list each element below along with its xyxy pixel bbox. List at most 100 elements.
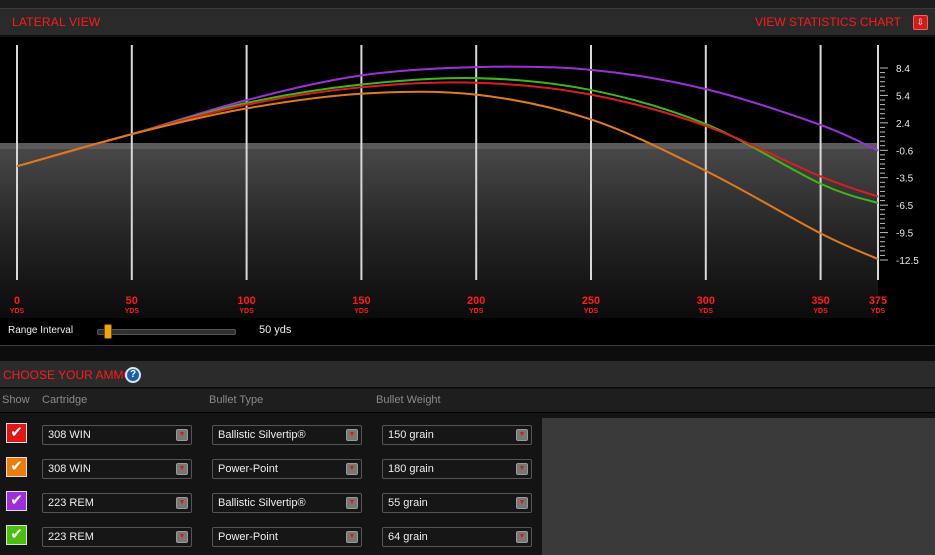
show-checkbox[interactable]: ✔ (6, 423, 27, 443)
x-tick-label: 300 (696, 295, 715, 307)
ammo-row: ✔ 308 WIN ▼ Power-Point ▼ 180 grain ▼ (0, 448, 542, 482)
cartridge-value: 308 WIN (48, 463, 91, 475)
bullet-type-select[interactable]: Power-Point ▼ (212, 527, 362, 547)
ammo-row: ✔ 223 REM ▼ Ballistic Silvertip® ▼ 55 grai… (0, 482, 542, 516)
y-tick-label: 8.4 (896, 64, 910, 75)
cartridge-value: 223 REM (48, 497, 94, 509)
dropdown-arrow-icon[interactable]: ▼ (516, 463, 528, 475)
x-unit-label: YDS (124, 308, 139, 315)
x-unit-label: YDS (870, 308, 886, 315)
x-unit-label: YDS (813, 308, 828, 315)
column-header-show: Show (2, 394, 30, 406)
y-tick-label: -9.5 (896, 228, 914, 239)
show-checkbox[interactable]: ✔ (6, 457, 27, 477)
dropdown-arrow-icon[interactable]: ▼ (176, 429, 188, 441)
cartridge-select[interactable]: 223 REM ▼ (42, 493, 192, 513)
show-checkbox[interactable]: ✔ (6, 525, 27, 545)
bullet-type-value: Power-Point (218, 463, 278, 475)
cartridge-value: 308 WIN (48, 429, 91, 441)
ammo-row: ✔ 308 WIN ▼ Ballistic Silvertip® ▼ 150 gra… (0, 414, 542, 448)
download-arrow-icon[interactable]: ⇩ (913, 15, 928, 30)
ammo-rows: ✔ 308 WIN ▼ Ballistic Silvertip® ▼ 150 gra… (0, 414, 542, 555)
view-statistics-chart-link[interactable]: VIEW STATISTICS CHART (755, 15, 901, 29)
bullet-weight-select[interactable]: 180 grain ▼ (382, 459, 532, 479)
lateral-view-title: LATERAL VIEW (12, 15, 101, 29)
dropdown-arrow-icon[interactable]: ▼ (346, 463, 358, 475)
x-tick-label: 375 (868, 295, 888, 307)
range-interval-label: Range Interval (8, 325, 74, 336)
dropdown-arrow-icon[interactable]: ▼ (516, 531, 528, 543)
range-interval-slider[interactable] (97, 329, 236, 335)
dropdown-arrow-icon[interactable]: ▼ (516, 497, 528, 509)
x-tick-label-group: 300 YDS (686, 295, 726, 316)
x-unit-label: YDS (354, 308, 369, 315)
x-unit-label: YDS (583, 308, 599, 315)
bullet-type-select[interactable]: Ballistic Silvertip® ▼ (212, 425, 362, 445)
x-tick-label-group: 350 YDS (801, 295, 841, 316)
choose-ammo-header: CHOOSE YOUR AMMO ? (0, 361, 935, 388)
dropdown-arrow-icon[interactable]: ▼ (176, 531, 188, 543)
bullet-weight-value: 55 grain (388, 497, 428, 509)
x-tick-label: 150 (352, 295, 371, 307)
range-interval-value: 50 yds (259, 324, 292, 336)
y-tick-label: 2.4 (896, 119, 910, 130)
dropdown-arrow-icon[interactable]: ▼ (346, 497, 358, 509)
range-interval-slider-handle[interactable] (103, 324, 112, 339)
x-unit-label: YDS (698, 308, 713, 315)
x-tick-label: 200 (467, 295, 486, 307)
x-tick-label: 100 (237, 295, 256, 307)
checkmark-icon: ✔ (10, 458, 23, 475)
cartridge-select[interactable]: 223 REM ▼ (42, 527, 192, 547)
bullet-type-value: Ballistic Silvertip® (218, 429, 306, 441)
bullet-weight-select[interactable]: 55 grain ▼ (382, 493, 532, 513)
x-tick-label-group: 375 YDS (858, 295, 898, 316)
checkmark-icon: ✔ (10, 526, 23, 543)
x-tick-label-group: 50 YDS (112, 295, 152, 316)
bullet-type-select[interactable]: Ballistic Silvertip® ▼ (212, 493, 362, 513)
bullet-type-select[interactable]: Power-Point ▼ (212, 459, 362, 479)
column-header-bullet-type: Bullet Type (209, 394, 264, 406)
ammo-row: ✔ 223 REM ▼ Power-Point ▼ 64 grain ▼ (0, 516, 542, 550)
dropdown-arrow-icon[interactable]: ▼ (346, 531, 358, 543)
range-interval-row: Range Interval 50 yds (0, 318, 935, 344)
x-tick-label-group: 250 YDS (571, 295, 611, 316)
question-mark-icon[interactable]: ? (125, 367, 141, 383)
cartridge-value: 223 REM (48, 531, 94, 543)
choose-ammo-title: CHOOSE YOUR AMMO (3, 368, 133, 382)
checkmark-icon: ✔ (10, 492, 23, 509)
dropdown-arrow-icon[interactable]: ▼ (176, 463, 188, 475)
x-tick-label: 0 (13, 295, 21, 307)
x-tick-label-group: 150 YDS (341, 295, 381, 316)
y-tick-label: 5.4 (896, 92, 910, 103)
trajectory-chart: 8.4 5.4 2.4 -0.6 -3.5 -6.5 -9.5 -12.5 0 YDS 50 YDS… (0, 37, 935, 346)
dropdown-arrow-icon[interactable]: ▼ (516, 429, 528, 441)
x-tick-label-group: 100 YDS (227, 295, 267, 316)
bullet-type-value: Ballistic Silvertip® (218, 497, 306, 509)
y-tick-label: -12.5 (896, 256, 919, 267)
lateral-view-header: LATERAL VIEW VIEW STATISTICS CHART ⇩ (0, 8, 935, 36)
show-checkbox[interactable]: ✔ (6, 491, 27, 511)
x-tick-label: 350 (811, 295, 830, 307)
top-strip (0, 0, 935, 8)
dropdown-arrow-icon[interactable]: ▼ (346, 429, 358, 441)
bullet-weight-value: 64 grain (388, 531, 428, 543)
y-tick-label: -3.5 (896, 173, 914, 184)
x-tick-label-group: 0 YDS (0, 295, 37, 316)
x-tick-label: 50 (125, 295, 138, 307)
x-unit-label: YDS (9, 308, 25, 315)
x-tick-label-group: 200 YDS (456, 295, 496, 316)
dropdown-arrow-icon[interactable]: ▼ (176, 497, 188, 509)
trajectory-chart-svg: 8.4 5.4 2.4 -0.6 -3.5 -6.5 -9.5 -12.5 (0, 45, 919, 318)
checkmark-icon: ✔ (10, 424, 23, 441)
x-unit-label: YDS (468, 308, 484, 315)
cartridge-select[interactable]: 308 WIN ▼ (42, 425, 192, 445)
y-tick-label: -6.5 (896, 201, 914, 212)
ammo-column-headers: Show Cartridge Bullet Type Bullet Weight (0, 389, 935, 413)
bullet-weight-select[interactable]: 64 grain ▼ (382, 527, 532, 547)
ammo-details-panel (542, 418, 935, 555)
x-tick-label: 250 (581, 295, 601, 307)
section-divider (0, 345, 935, 361)
bullet-weight-select[interactable]: 150 grain ▼ (382, 425, 532, 445)
bullet-weight-value: 150 grain (388, 429, 434, 441)
cartridge-select[interactable]: 308 WIN ▼ (42, 459, 192, 479)
